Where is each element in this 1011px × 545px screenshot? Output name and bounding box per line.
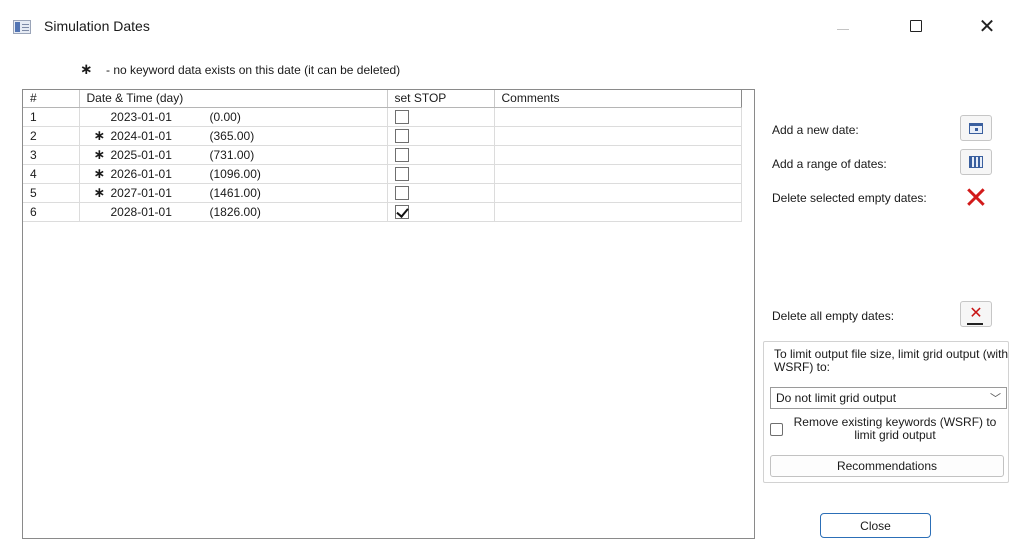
day-offset-text: (365.00)	[209, 129, 255, 143]
day-offset-text: (1826.00)	[209, 204, 261, 219]
set-stop-cell	[387, 107, 495, 127]
row-number-cell[interactable]: 2	[23, 126, 80, 146]
add-date-label: Add a new date:	[772, 123, 859, 137]
app-icon	[13, 20, 31, 34]
remove-keywords-label: Remove existing keywords (WSRF) to limit…	[793, 415, 997, 442]
column-header-number[interactable]: #	[23, 90, 80, 108]
delete-all-icon: ✕	[967, 305, 984, 325]
set-stop-checkbox[interactable]	[394, 128, 409, 143]
date-text: 2023-01-01	[110, 109, 172, 124]
dates-grid[interactable]: # Date & Time (day) set STOP Comments 12…	[22, 89, 755, 539]
legend-marker: ∗	[80, 61, 93, 78]
maximize-button[interactable]	[893, 10, 939, 42]
row-number-cell[interactable]: 1	[23, 107, 80, 127]
window-title: Simulation Dates	[44, 18, 150, 34]
date-cell[interactable]: 2023-01-01 (0.00)	[79, 107, 388, 127]
table-row[interactable]: 2 ∗ 2024-01-01 (365.00)	[23, 126, 742, 146]
no-keyword-marker: ∗	[93, 127, 106, 143]
add-range-label: Add a range of dates:	[772, 157, 887, 171]
table-row[interactable]: 6 2028-01-01 (1826.00)	[23, 202, 742, 222]
set-stop-cell	[387, 164, 495, 184]
date-cell[interactable]: ∗ 2026-01-01 (1096.00)	[79, 164, 388, 184]
table-row[interactable]: 1 2023-01-01 (0.00)	[23, 107, 742, 127]
no-keyword-marker: ∗	[93, 146, 106, 162]
close-button[interactable]: Close	[820, 513, 931, 538]
legend-text: - no keyword data exists on this date (i…	[106, 63, 401, 77]
date-cell[interactable]: ∗ 2024-01-01 (365.00)	[79, 126, 388, 146]
table-row[interactable]: 4 ∗ 2026-01-01 (1096.00)	[23, 164, 742, 184]
window-close-button[interactable]: ✕	[964, 10, 1010, 42]
date-cell[interactable]: ∗ 2025-01-01 (731.00)	[79, 145, 388, 165]
delete-all-label: Delete all empty dates:	[772, 309, 895, 323]
grid-output-selected: Do not limit grid output	[776, 391, 897, 405]
set-stop-cell	[387, 183, 495, 203]
date-text: 2024-01-01	[110, 129, 172, 143]
minimize-button[interactable]	[820, 10, 866, 42]
grid-output-select[interactable]: Do not limit grid output ﹀	[770, 387, 1007, 409]
set-stop-checkbox[interactable]	[394, 109, 409, 124]
table-row[interactable]: 5 ∗ 2027-01-01 (1461.00)	[23, 183, 742, 203]
remove-keywords-checkbox[interactable]	[770, 423, 783, 436]
day-offset-text: (731.00)	[209, 148, 255, 162]
date-cell[interactable]: ∗ 2027-01-01 (1461.00)	[79, 183, 388, 203]
calendar-icon	[969, 122, 983, 134]
minimize-icon	[837, 28, 849, 30]
date-text: 2028-01-01	[110, 204, 172, 219]
title-bar: Simulation Dates ✕	[0, 0, 1011, 48]
no-keyword-marker: ∗	[93, 184, 106, 200]
comment-cell[interactable]	[494, 202, 742, 222]
limit-output-description: To limit output file size, limit grid ou…	[774, 347, 1009, 374]
comment-cell[interactable]	[494, 164, 742, 184]
date-text: 2027-01-01	[110, 186, 172, 200]
table-body: 1 2023-01-01 (0.00) 2 ∗ 2024-01-01 (365.00) 3 ∗ 2…	[23, 107, 742, 222]
no-keyword-marker: ∗	[93, 165, 106, 181]
red-x-icon: ✕	[963, 182, 989, 215]
date-cell[interactable]: 2028-01-01 (1826.00)	[79, 202, 388, 222]
delete-selected-label: Delete selected empty dates:	[772, 191, 927, 205]
recommendations-button[interactable]: Recommendations	[770, 455, 1004, 477]
comment-cell[interactable]	[494, 183, 742, 203]
date-text: 2025-01-01	[110, 148, 172, 162]
set-stop-cell	[387, 145, 495, 165]
row-number-cell[interactable]: 4	[23, 164, 80, 184]
table-header-row: # Date & Time (day) set STOP Comments	[23, 90, 742, 108]
column-header-set-stop[interactable]: set STOP	[387, 90, 495, 108]
comment-cell[interactable]	[494, 126, 742, 146]
add-date-button[interactable]	[960, 115, 992, 141]
day-offset-text: (0.00)	[209, 109, 241, 124]
close-icon: ✕	[978, 15, 996, 38]
column-header-comments[interactable]: Comments	[494, 90, 742, 108]
dates-table: # Date & Time (day) set STOP Comments 12…	[23, 90, 742, 222]
table-row[interactable]: 3 ∗ 2025-01-01 (731.00)	[23, 145, 742, 165]
date-text: 2026-01-01	[110, 167, 172, 181]
comment-cell[interactable]	[494, 145, 742, 165]
day-offset-text: (1096.00)	[209, 167, 261, 181]
set-stop-checkbox[interactable]	[394, 147, 409, 162]
maximize-icon	[910, 20, 922, 32]
row-number-cell[interactable]: 6	[23, 202, 80, 222]
legend: ∗ - no keyword data exists on this date (…	[80, 60, 400, 78]
delete-selected-button[interactable]: ✕	[960, 182, 992, 215]
chevron-down-icon: ﹀	[990, 393, 1001, 405]
comment-cell[interactable]	[494, 107, 742, 127]
delete-all-button[interactable]: ✕	[960, 301, 992, 327]
calendar-range-icon	[969, 156, 983, 168]
column-header-date[interactable]: Date & Time (day)	[79, 90, 388, 108]
set-stop-checkbox[interactable]	[394, 204, 409, 219]
set-stop-checkbox[interactable]	[394, 166, 409, 181]
row-number-cell[interactable]: 3	[23, 145, 80, 165]
row-number-cell[interactable]: 5	[23, 183, 80, 203]
set-stop-cell	[387, 202, 495, 222]
day-offset-text: (1461.00)	[209, 186, 261, 200]
set-stop-checkbox[interactable]	[394, 185, 409, 200]
set-stop-cell	[387, 126, 495, 146]
add-range-button[interactable]	[960, 149, 992, 175]
